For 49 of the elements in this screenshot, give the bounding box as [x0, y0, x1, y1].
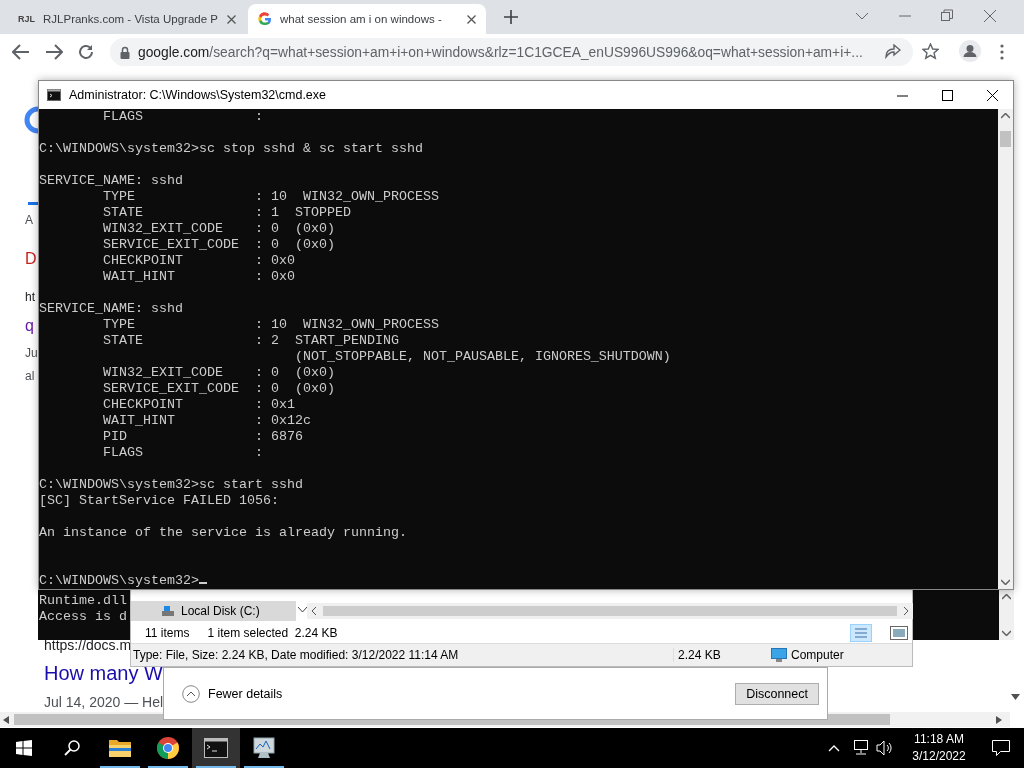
console-line: C:\WINDOWS\system32>sc stop sshd & sc start sshd — [39, 141, 423, 157]
console-line: CHECKPOINT : 0x1 — [102, 397, 295, 413]
console-line: TYPE : 10 WIN32_OWN_PROCESS — [102, 189, 439, 205]
result-text: D — [25, 250, 37, 268]
console-line: STATE : 2 START_PENDING — [102, 333, 399, 349]
console-line: SERVICE_EXIT_CODE : 0 (0x0) — [102, 237, 335, 253]
console-line: C:\WINDOWS\system32>sc start sshd — [39, 477, 303, 493]
selection-info: 1 item selected 2.24 KB — [207, 626, 338, 640]
console-line: SERVICE_NAME: sshd — [39, 173, 183, 189]
disconnect-button[interactable]: Disconnect — [735, 682, 819, 705]
console-line: An instance of the service is already running. — [39, 525, 407, 541]
url-text: google.com/search?q=what+session+am+i+on+windows&rlz=1C1GCEA_enUS996US996&oq=what+session+am+i+... — [138, 44, 863, 60]
item-count: 11 items — [145, 626, 190, 640]
browser-tab[interactable]: RJL RJLPranks.com - Vista Upgrade P — [8, 4, 246, 34]
console-line: STATE : 1 STOPPED — [102, 205, 351, 221]
window-title: Administrator: C:\Windows\System32\cmd.exe — [69, 88, 327, 102]
result-text: ht — [25, 290, 35, 304]
clock-time: 11:18 AM — [913, 731, 965, 748]
result-text: Jul 14, 2020 — Hel — [44, 694, 164, 710]
console-line: FLAGS : — [102, 109, 263, 125]
result-text: https://docs.m — [44, 637, 132, 653]
fewer-details-link[interactable]: Fewer details — [208, 686, 283, 701]
clock-date: 3/12/2022 — [911, 748, 967, 765]
console-line: SERVICE_NAME: sshd — [39, 301, 183, 317]
file-size: 2.24 KB — [673, 648, 763, 662]
console-line: FLAGS : — [102, 445, 263, 461]
location-label: Computer — [790, 648, 844, 662]
console-line: PID : 6876 — [102, 429, 303, 445]
console-line: Access is d — [38, 609, 127, 625]
console-line: SERVICE_EXIT_CODE : 0 (0x0) — [102, 381, 335, 397]
address-bar[interactable]: google.com/search?q=what+session+am+i+on+windows&rlz=1C1GCEA_enUS996US996&oq=what+session+am+i+... — [110, 38, 913, 66]
console-line: WAIT_HINT : 0x0 — [102, 269, 295, 285]
clock[interactable]: 11:18 AM 3/12/2022 — [900, 731, 978, 765]
result-text: q — [25, 317, 34, 335]
console-line: (NOT_STOPPABLE, NOT_PAUSABLE, IGNORES_SHUTDOWN) — [293, 349, 671, 365]
console-line: [SC] StartService FAILED 1056: — [39, 493, 279, 509]
console-line: Runtime.dll — [38, 593, 127, 609]
console-line: TYPE : 10 WIN32_OWN_PROCESS — [102, 317, 439, 333]
console-line: WAIT_HINT : 0x12c — [102, 413, 311, 429]
console-line: WIN32_EXIT_CODE : 0 (0x0) — [102, 221, 335, 237]
file-details: Type: File, Size: 2.24 KB, Date modified: 3/12/2022 11:14 AM — [132, 648, 460, 662]
result-text: A — [25, 213, 33, 227]
console-line: WIN32_EXIT_CODE : 0 (0x0) — [102, 365, 335, 381]
result-text: al — [25, 369, 35, 383]
browser-tab[interactable]: what session am i on windows - — [248, 4, 486, 34]
nav-item[interactable]: Local Disk (C:) — [131, 601, 296, 621]
console-line: CHECKPOINT : 0x0 — [102, 253, 295, 269]
result-text: Ju — [25, 346, 38, 360]
console-prompt: C:\WINDOWS\system32> — [39, 573, 199, 588]
